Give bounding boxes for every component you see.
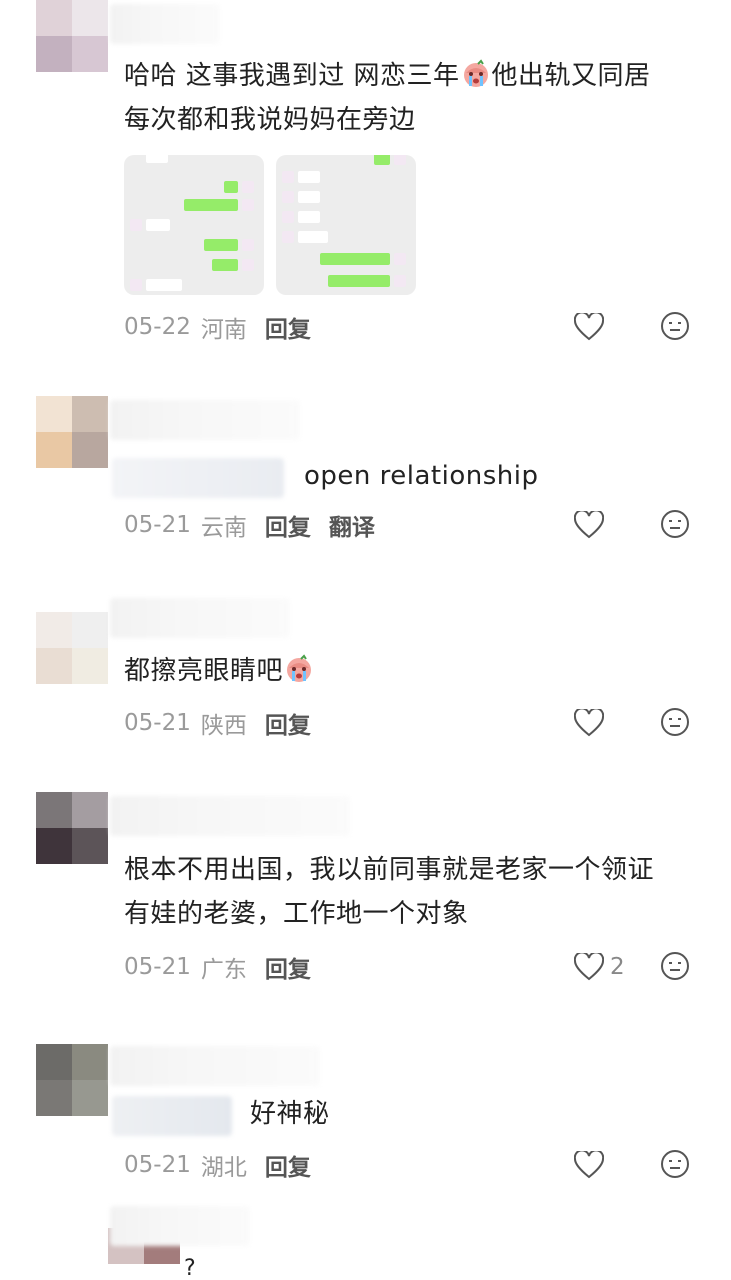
comment-text: open relationship xyxy=(304,454,695,498)
reply-button[interactable]: 回复 xyxy=(265,1148,311,1182)
comment-text-part: 都擦亮眼睛吧 xyxy=(124,656,284,686)
image-attachments xyxy=(124,155,416,295)
avatar-tile xyxy=(72,396,108,432)
avatar[interactable] xyxy=(36,792,108,864)
neutral-face-icon xyxy=(661,708,689,736)
comment-meta: 05-22 河南 回复 xyxy=(124,311,311,343)
comment-meta: 05-21 湖北 回复 xyxy=(124,1149,311,1181)
comment-meta: 05-21 陕西 回复 xyxy=(124,707,311,739)
username-blurred[interactable] xyxy=(110,400,300,440)
like-button[interactable] xyxy=(574,951,608,983)
avatar-tile xyxy=(72,36,108,72)
avatar-tile xyxy=(36,648,72,684)
dislike-button[interactable] xyxy=(660,951,692,983)
avatar-tile xyxy=(36,792,72,828)
reply-button[interactable]: 回复 xyxy=(265,310,311,344)
heart-icon xyxy=(574,313,604,341)
comment-text: 都擦亮眼睛吧 xyxy=(124,649,695,693)
comment-date: 05-21 xyxy=(124,1152,191,1178)
neutral-face-icon xyxy=(661,1150,689,1178)
username-blurred[interactable] xyxy=(110,598,290,638)
avatar-tile xyxy=(72,0,108,36)
comment-region: 广东 xyxy=(200,957,247,983)
chat-screenshot-thumbnail[interactable] xyxy=(276,155,416,295)
text-blurred xyxy=(112,1096,232,1136)
username-blurred[interactable] xyxy=(110,1206,250,1246)
crying-face-emoji-icon xyxy=(287,654,312,682)
comment-date: 05-22 xyxy=(124,314,191,340)
comment-meta: 05-21 云南 回复 翻译 xyxy=(124,509,375,541)
heart-icon xyxy=(574,1151,604,1179)
reply-button[interactable]: 回复 xyxy=(265,508,311,542)
avatar-tile xyxy=(36,1044,72,1080)
avatar-tile xyxy=(36,396,72,432)
avatar[interactable] xyxy=(36,396,108,468)
reply-button[interactable]: 回复 xyxy=(265,950,311,984)
comment-text-part: open relationship xyxy=(304,461,539,491)
dislike-button[interactable] xyxy=(660,311,692,343)
like-button[interactable] xyxy=(574,311,608,343)
avatar-tile xyxy=(72,1080,108,1116)
avatar-tile xyxy=(72,828,108,864)
comment-text: ? xyxy=(184,1256,196,1280)
heart-icon xyxy=(574,953,604,981)
avatar[interactable] xyxy=(36,1044,108,1116)
like-button[interactable] xyxy=(574,707,608,739)
comment-text-part: 好神秘 xyxy=(250,1099,330,1129)
translate-button[interactable]: 翻译 xyxy=(329,508,375,542)
comment-meta: 05-21 广东 回复 xyxy=(124,951,311,983)
username-blurred[interactable] xyxy=(110,1046,320,1086)
comment-text: 根本不用出国，我以前同事就是老家一个领证 有娃的老婆，工作地一个对象 xyxy=(124,848,695,936)
comment-text: 哈哈 这事我遇到过 网恋三年 他出轨又同居 每次都和我说妈妈在旁边 xyxy=(124,54,695,142)
comment-region: 云南 xyxy=(200,515,247,541)
comment-region: 湖北 xyxy=(200,1155,247,1181)
avatar-tile xyxy=(72,612,108,648)
comment-region: 河南 xyxy=(200,317,247,343)
neutral-face-icon xyxy=(661,312,689,340)
comment-date: 05-21 xyxy=(124,710,191,736)
dislike-button[interactable] xyxy=(660,509,692,541)
chat-screenshot-thumbnail[interactable] xyxy=(124,155,264,295)
avatar-tile xyxy=(72,792,108,828)
reply-button[interactable]: 回复 xyxy=(265,706,311,740)
avatar-tile xyxy=(36,1080,72,1116)
avatar-tile xyxy=(36,0,72,36)
heart-icon xyxy=(574,511,604,539)
avatar-tile xyxy=(72,648,108,684)
like-button[interactable] xyxy=(574,509,608,541)
username-blurred[interactable] xyxy=(110,4,220,44)
avatar-tile xyxy=(36,612,72,648)
comment-text-part: 有娃的老婆，工作地一个对象 xyxy=(124,899,469,929)
neutral-face-icon xyxy=(661,510,689,538)
dislike-button[interactable] xyxy=(660,1149,692,1181)
dislike-button[interactable] xyxy=(660,707,692,739)
avatar-tile xyxy=(72,1044,108,1080)
avatar-tile xyxy=(36,432,72,468)
neutral-face-icon xyxy=(661,952,689,980)
comment-text: 好神秘 xyxy=(250,1092,695,1136)
comment-text-part: 他出轨又同居 xyxy=(491,61,651,91)
avatar[interactable] xyxy=(36,612,108,684)
avatar-tile xyxy=(72,432,108,468)
comment-date: 05-21 xyxy=(124,954,191,980)
heart-icon xyxy=(574,709,604,737)
username-blurred[interactable] xyxy=(110,796,350,836)
like-count: 2 xyxy=(610,954,625,980)
comment-date: 05-21 xyxy=(124,512,191,538)
comment-text-part: 根本不用出国，我以前同事就是老家一个领证 xyxy=(124,855,655,885)
avatar-tile xyxy=(36,828,72,864)
avatar-tile xyxy=(36,36,72,72)
avatar[interactable] xyxy=(36,0,108,72)
comment-text-part: 哈哈 这事我遇到过 网恋三年 xyxy=(124,61,460,91)
comment-text-part: 每次都和我说妈妈在旁边 xyxy=(124,105,416,135)
text-blurred xyxy=(112,458,284,498)
like-button[interactable] xyxy=(574,1149,608,1181)
crying-face-emoji-icon xyxy=(463,59,488,87)
comment-region: 陕西 xyxy=(200,713,247,739)
